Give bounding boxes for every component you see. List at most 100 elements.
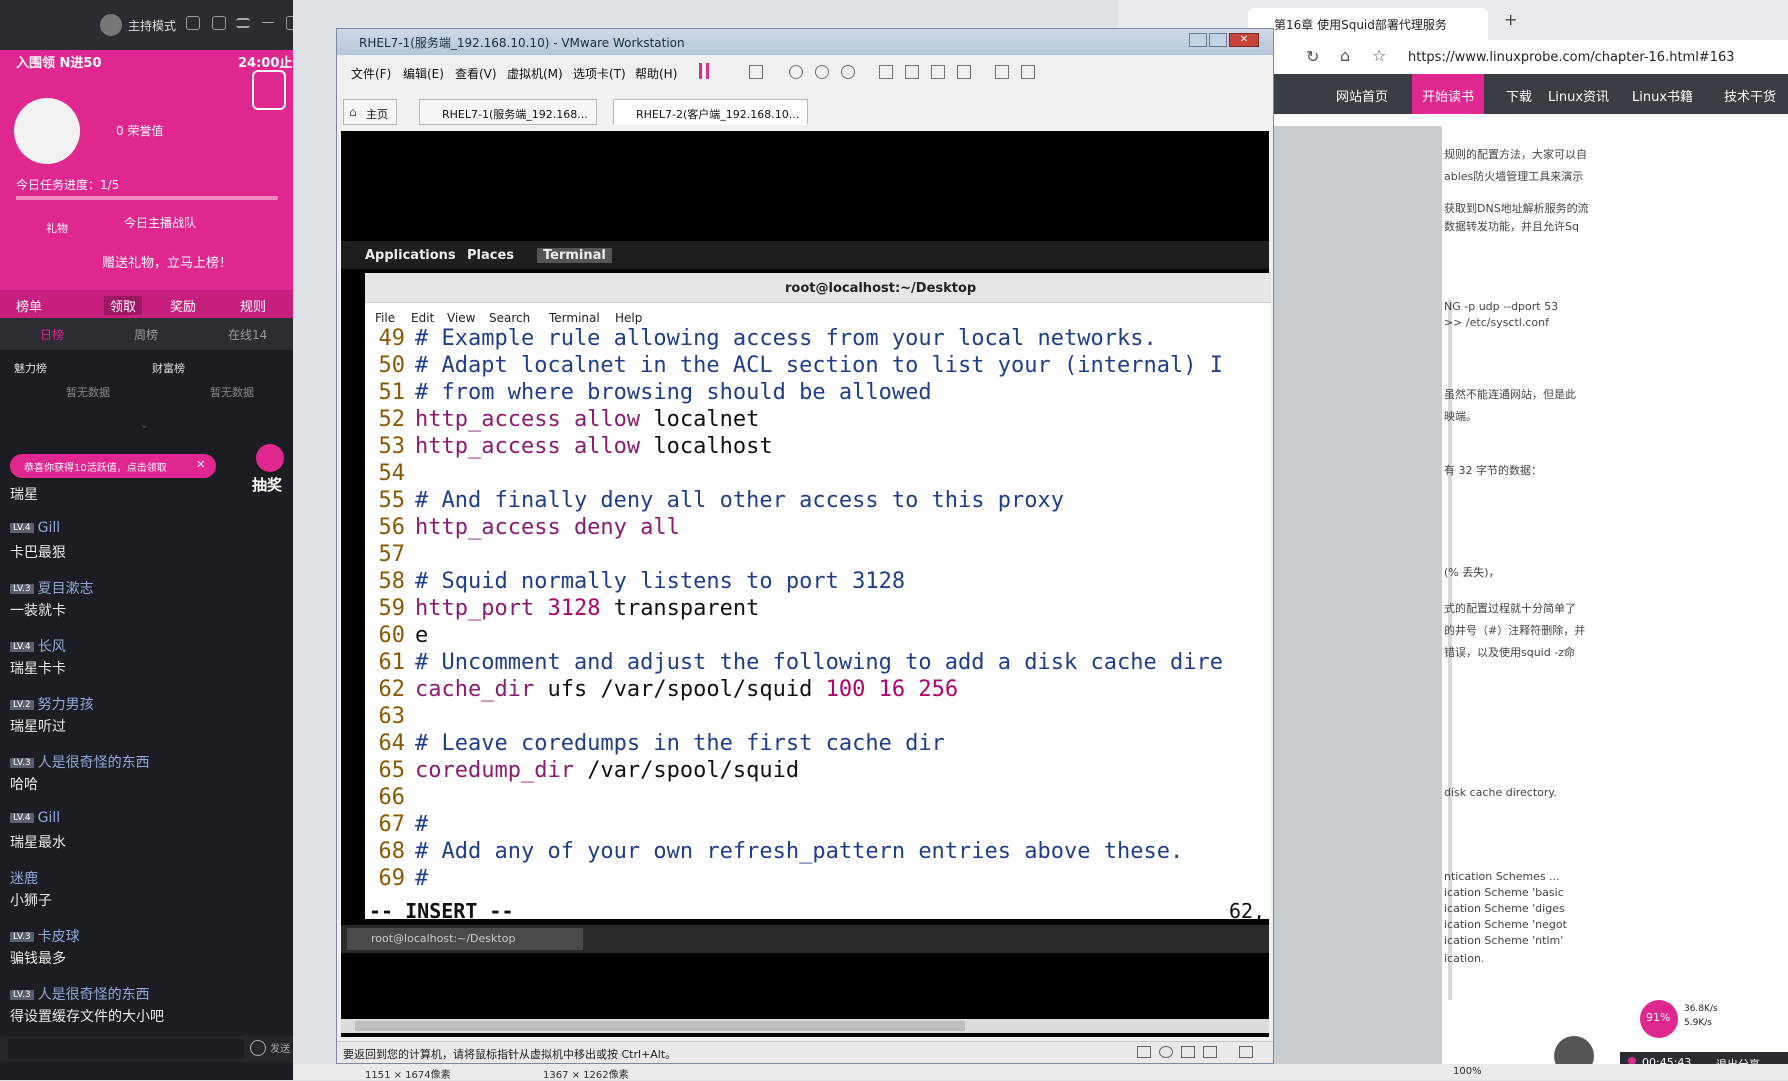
taskbar-terminal[interactable]: root@localhost:~/Desktop [347, 928, 583, 950]
cd-icon[interactable] [1159, 1046, 1173, 1058]
code-token: cache_dir [415, 677, 535, 702]
editor-line: 52 http_access allow localnet [365, 406, 760, 433]
chat-username[interactable]: 夏目漱志 [38, 581, 94, 597]
applications-menu[interactable]: Applications [365, 248, 456, 263]
chat-user[interactable]: LV.4 Gill [10, 810, 60, 826]
emoji-icon[interactable] [250, 1040, 266, 1056]
line-number: 67 [378, 812, 406, 837]
tab-weekly[interactable]: 周榜 [134, 326, 158, 343]
chat-user[interactable]: LV.3 人是很奇怪的东西 [10, 984, 150, 1004]
chat-input[interactable] [8, 1039, 244, 1059]
chat-username[interactable]: 卡皮球 [38, 929, 80, 945]
empty-left: 暂无数据 [66, 386, 110, 399]
avatar[interactable] [100, 14, 122, 36]
unity-icon[interactable] [957, 65, 971, 79]
chat-username[interactable]: 努力男孩 [38, 697, 94, 713]
stretch-icon[interactable] [1021, 65, 1035, 79]
revert-icon[interactable] [815, 65, 829, 79]
library-icon[interactable] [879, 65, 893, 79]
close-icon[interactable]: ✕ [1229, 33, 1259, 47]
code-token: /var/spool/squid [573, 758, 800, 783]
snapshot-manager-icon[interactable] [841, 65, 855, 79]
tab-reward[interactable]: 奖励 [170, 296, 196, 315]
chat-user[interactable]: LV.4 长风 [10, 636, 66, 656]
term-menu-edit[interactable]: Edit [411, 311, 434, 325]
tab-board[interactable]: 榜单 [16, 296, 42, 315]
hdd-icon[interactable] [1137, 1046, 1151, 1058]
chevron-down-icon[interactable]: ⌄ [140, 420, 148, 431]
send-button[interactable]: 发送 [270, 1040, 290, 1055]
menu-edit[interactable]: 编辑(E) [403, 65, 444, 82]
chat-user[interactable]: LV.3 人是很奇怪的东西 [10, 752, 150, 772]
h-scrollbar[interactable] [341, 1019, 1269, 1033]
gnome-taskbar: root@localhost:~/Desktop [341, 925, 1269, 953]
send-keys-icon[interactable] [749, 65, 763, 79]
menu-file[interactable]: 文件(F) [351, 65, 391, 82]
network-icon[interactable] [1181, 1046, 1195, 1058]
places-menu[interactable]: Places [467, 248, 514, 263]
h-scroll-thumb[interactable] [355, 1021, 965, 1031]
line-number: 54 [378, 461, 406, 486]
snapshot-icon[interactable] [789, 65, 803, 79]
menu-icon[interactable] [236, 18, 250, 28]
minimize-icon[interactable] [262, 22, 274, 23]
menu-help[interactable]: 帮助(H) [635, 65, 677, 82]
chat-user[interactable]: 迷鹿 [10, 868, 38, 888]
chat-user[interactable]: LV.4 Gill [10, 520, 60, 536]
terminal-menu[interactable]: Terminal [537, 248, 612, 263]
chat-username[interactable]: 迷鹿 [10, 871, 38, 887]
page-text-line: >> /etc/sysctl.conf [1444, 316, 1549, 329]
page-text-line: ication Scheme 'negot [1444, 918, 1567, 931]
line-number: 58 [378, 569, 406, 594]
popout-icon[interactable] [212, 16, 226, 30]
tab-daily[interactable]: 日榜 [40, 326, 64, 343]
chat-username[interactable]: 人是很奇怪的东西 [38, 755, 150, 771]
maximize-icon[interactable] [286, 16, 293, 30]
chat-message: 哈哈 [10, 777, 38, 793]
menu-view[interactable]: 查看(V) [455, 65, 497, 82]
tab-rhel7-2[interactable]: RHEL7-2(客户端_192.168.10... [613, 99, 809, 125]
menu-tabs[interactable]: 选项卡(T) [573, 65, 626, 82]
code-token: ufs /var/spool/squid [534, 677, 813, 702]
term-menu-terminal[interactable]: Terminal [549, 311, 600, 325]
message-icon[interactable] [1239, 1046, 1253, 1058]
term-menu-help[interactable]: Help [615, 311, 642, 325]
level-badge: LV.4 [10, 523, 34, 533]
vmware-statusbar: 要返回到您的计算机，请将鼠标指针从虚拟机中移出或按 Ctrl+Alt。 [337, 1041, 1273, 1063]
vmware-titlebar: RHEL7-1(服务端_192.168.10.10) - VMware Work… [337, 29, 1273, 55]
tab-claim[interactable]: 领取 [104, 296, 143, 315]
level-badge: LV.3 [10, 758, 34, 768]
minimize-icon[interactable] [1189, 33, 1207, 47]
thumbnail-icon[interactable] [905, 65, 919, 79]
editor-line: 57 [365, 541, 415, 568]
menu-vm[interactable]: 虚拟机(M) [507, 65, 563, 82]
gift-label: 礼物 [46, 222, 68, 235]
page-text-line: 获取到DNS地址解析服务的流 [1444, 202, 1589, 215]
console-icon[interactable] [995, 65, 1009, 79]
chat-username[interactable]: Gill [38, 520, 61, 536]
tab-rhel7-1[interactable]: RHEL7-1(服务端_192.168... [419, 99, 597, 125]
maximize-icon[interactable] [1209, 33, 1227, 47]
chat-user[interactable]: LV.2 努力男孩 [10, 694, 94, 714]
pause-icon[interactable] [699, 63, 709, 79]
tab-online[interactable]: 在线14 [228, 326, 267, 343]
deadline: 24:00止 [238, 56, 293, 71]
term-menu-search[interactable]: Search [489, 311, 530, 325]
page-text-line: (% 丢失)， [1444, 566, 1500, 579]
tab-rules[interactable]: 规则 [240, 296, 266, 315]
vmware-title: RHEL7-1(服务端_192.168.10.10) - VMware Work… [359, 36, 685, 50]
chat-username[interactable]: 人是很奇怪的东西 [38, 987, 150, 1003]
guest-screen[interactable]: Applications Places Terminal root@localh… [341, 131, 1271, 1037]
usb-icon[interactable] [1203, 1046, 1217, 1058]
terminal-window[interactable]: root@localhost:~/Desktop File Edit View … [365, 273, 1271, 923]
chat-user[interactable]: LV.3 夏目漱志 [10, 578, 94, 598]
chat-username[interactable]: Gill [38, 810, 61, 826]
chat-message: 瑞星最水 [10, 835, 66, 851]
chat-username[interactable]: 长风 [38, 639, 66, 655]
term-menu-file[interactable]: File [375, 311, 395, 325]
editor-text[interactable]: 49 # Example rule allowing access from yo… [365, 325, 1271, 895]
term-menu-view[interactable]: View [447, 311, 475, 325]
settings-icon[interactable] [186, 16, 200, 30]
chat-user[interactable]: LV.3 卡皮球 [10, 926, 80, 946]
fullscreen-icon[interactable] [931, 65, 945, 79]
